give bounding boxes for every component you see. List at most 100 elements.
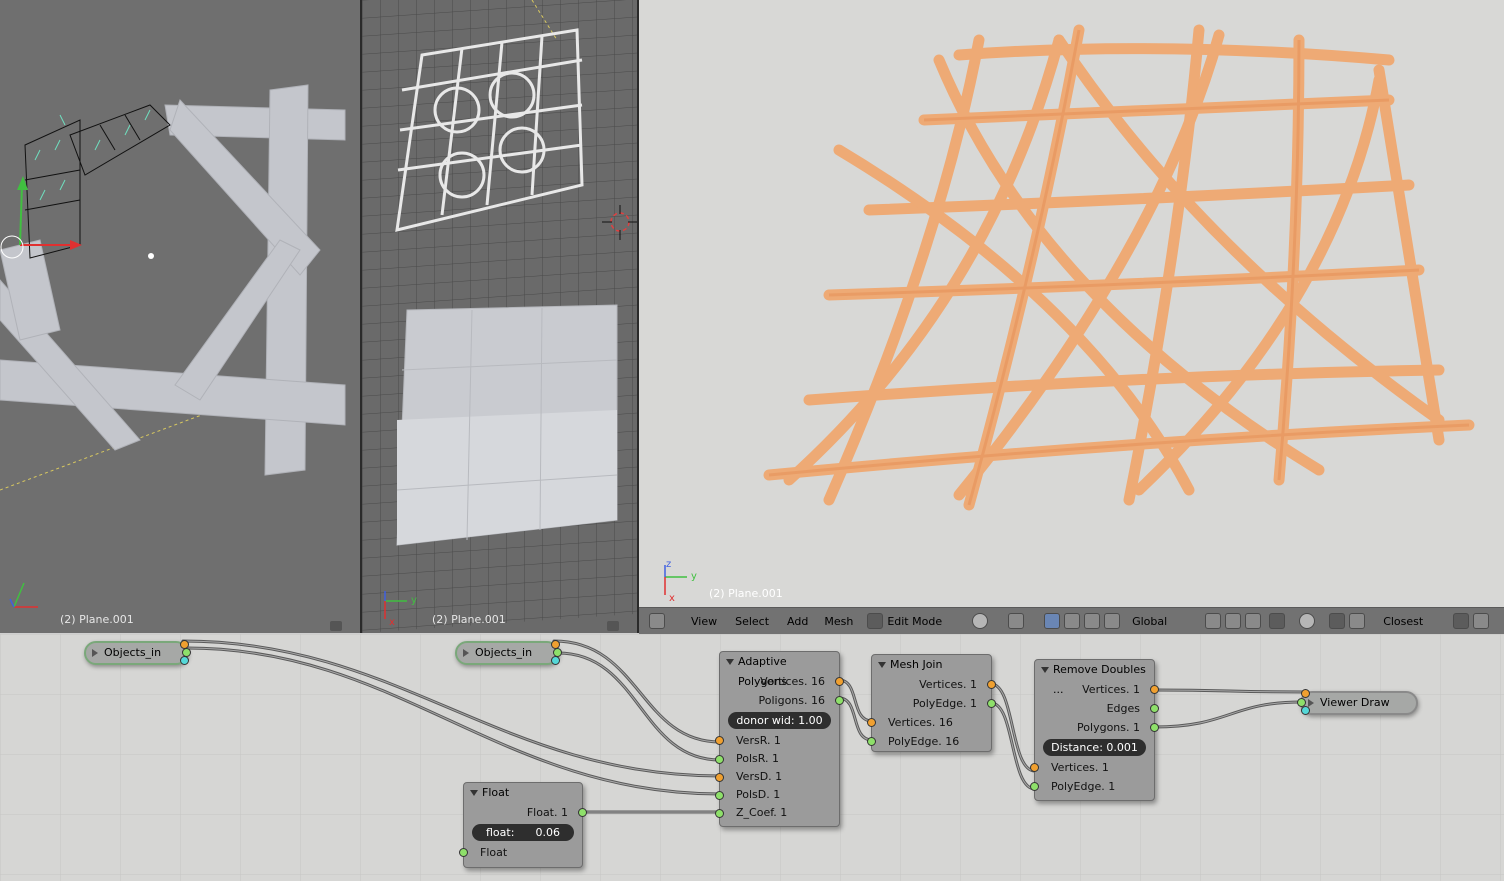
select-mode-edge[interactable]	[1225, 613, 1245, 629]
objects-in-node-2[interactable]: Objects_in	[455, 640, 562, 665]
input-socket[interactable]	[1030, 782, 1039, 791]
scale-toggle[interactable]	[1104, 613, 1124, 629]
viewport-split-icon[interactable]	[330, 621, 342, 631]
input-socket[interactable]	[867, 718, 876, 727]
node-editor[interactable]: Objects_in Objects_in Float Float. 1 flo…	[0, 634, 1504, 881]
viewport-shading-button[interactable]	[972, 613, 992, 629]
float-value-field[interactable]: float: 0.06	[472, 824, 574, 841]
output-socket[interactable]	[987, 680, 996, 689]
input-float: Float	[459, 843, 582, 862]
input-socket[interactable]	[715, 736, 724, 745]
input-polsr: PolsR. 1	[715, 750, 839, 768]
output-label: Edges	[1106, 702, 1140, 715]
occlude-toggle[interactable]	[1269, 613, 1289, 629]
snap-target-dropdown[interactable]: Closest	[1383, 615, 1423, 628]
output-vertices: Vertices. 1	[1035, 680, 1159, 699]
input-versr: VersR. 1	[715, 731, 839, 750]
select-mode-vertex[interactable]	[1205, 613, 1225, 629]
axes-gizmo-left	[9, 582, 38, 608]
float-node[interactable]: Float Float. 1 float: 0.06 Float	[459, 782, 587, 868]
axes-gizmo-right: z y x	[664, 559, 697, 603]
node-title: Remove Doubles ...	[1035, 660, 1154, 696]
select-mode-face[interactable]	[1245, 613, 1265, 629]
input-socket[interactable]	[715, 791, 724, 800]
input-label: Vertices. 16	[888, 716, 953, 729]
output-label: Float. 1	[526, 806, 568, 819]
menu-select[interactable]: Select	[735, 615, 769, 628]
pivot-button[interactable]	[1008, 613, 1028, 629]
viewport-middle[interactable]: y x (2) Plane.001	[362, 0, 637, 633]
output-label: Vertices. 1	[919, 678, 977, 691]
input-label: VersD. 1	[736, 770, 783, 783]
distance-field[interactable]: Distance: 0.001	[1043, 739, 1146, 756]
magnet-icon	[1329, 613, 1346, 629]
snap-toggle[interactable]	[1329, 613, 1349, 629]
input-socket[interactable]	[715, 809, 724, 818]
donor-width-field[interactable]: donor wid: 1.00	[728, 712, 831, 729]
proportional-icon	[1299, 613, 1316, 629]
shading-sphere-icon	[972, 613, 989, 629]
orientation-dropdown[interactable]: Global	[1132, 615, 1167, 628]
input-socket[interactable]	[715, 773, 724, 782]
output-edges: Edges	[1035, 699, 1159, 718]
output-socket[interactable]	[987, 699, 996, 708]
manipulator-icon	[1044, 613, 1061, 629]
proportional-edit-button[interactable]	[1299, 613, 1319, 629]
input-versd: VersD. 1	[715, 768, 839, 786]
output-socket[interactable]	[835, 677, 844, 686]
field-label: float:	[486, 826, 515, 839]
viewport-split-icon[interactable]	[607, 621, 619, 631]
input-socket[interactable]	[1030, 763, 1039, 772]
output-socket[interactable]	[835, 696, 844, 705]
output-socket[interactable]	[1150, 723, 1159, 732]
input-polyedge: PolyEdge. 1	[1030, 777, 1154, 796]
input-socket[interactable]	[715, 755, 724, 764]
edit-mode-icon	[867, 613, 884, 629]
input-label: PolyEdge. 16	[888, 735, 960, 748]
input-socket-vertices[interactable]	[1301, 689, 1310, 698]
mode-dropdown[interactable]: Edit Mode	[867, 613, 942, 629]
output-polyedge: PolyEdge. 1	[872, 694, 996, 713]
node-title: Mesh Join	[872, 655, 991, 675]
adaptive-polygons-node[interactable]: Adaptive Polygons Vertices. 16 Poligons.…	[715, 651, 844, 827]
output-vertices: Vertices. 1	[872, 675, 996, 694]
output-socket[interactable]	[578, 808, 587, 817]
output-label: Vertices. 16	[760, 675, 825, 688]
input-socket[interactable]	[459, 848, 468, 857]
rotate-toggle[interactable]	[1084, 613, 1104, 629]
render-button[interactable]	[1473, 613, 1493, 629]
input-socket[interactable]	[867, 737, 876, 746]
render-region-button[interactable]	[1453, 613, 1473, 629]
scale-icon	[1104, 613, 1121, 629]
viewport-rendered[interactable]: z y x (2) Plane.001	[639, 0, 1504, 607]
output-label: Poligons. 16	[758, 694, 826, 707]
objects-in-node-1[interactable]: Objects_in	[84, 640, 191, 665]
objects-in-label: Objects_in	[104, 646, 162, 659]
viewer-draw-node[interactable]: Viewer Draw	[1297, 689, 1418, 715]
output-socket[interactable]	[1150, 704, 1159, 713]
rendered-woven-mesh	[763, 24, 1475, 511]
mesh-join-node[interactable]: Mesh Join Vertices. 1 PolyEdge. 1 Vertic…	[867, 654, 996, 752]
remove-doubles-node[interactable]: Remove Doubles ... Vertices. 1 Edges Pol…	[1030, 659, 1159, 801]
menu-view[interactable]: View	[691, 615, 717, 628]
editor-type-button[interactable]	[649, 613, 669, 629]
translate-toggle[interactable]	[1064, 613, 1084, 629]
viewport-left[interactable]: (2) Plane.001	[0, 0, 360, 633]
axis-x-label: x	[669, 593, 675, 603]
output-socket[interactable]	[1150, 685, 1159, 694]
edge-select-icon	[1225, 613, 1242, 629]
snap-element-button[interactable]	[1349, 613, 1369, 629]
output-polygons: Polygons. 1	[1035, 718, 1159, 737]
input-label: VersR. 1	[736, 734, 781, 747]
menu-add[interactable]: Add	[787, 615, 808, 628]
object-label: (2) Plane.001	[432, 613, 506, 626]
input-label: Float	[480, 846, 508, 859]
menu-mesh[interactable]: Mesh	[824, 615, 853, 628]
output-socket-polygons[interactable]	[551, 656, 560, 665]
output-socket-polygons[interactable]	[180, 656, 189, 665]
pivot-icon	[1008, 613, 1025, 629]
input-socket-polygons[interactable]	[1301, 706, 1310, 715]
mode-label: Edit Mode	[887, 614, 943, 628]
axis-z-label: z	[666, 559, 671, 570]
manipulator-toggle[interactable]	[1044, 613, 1064, 629]
